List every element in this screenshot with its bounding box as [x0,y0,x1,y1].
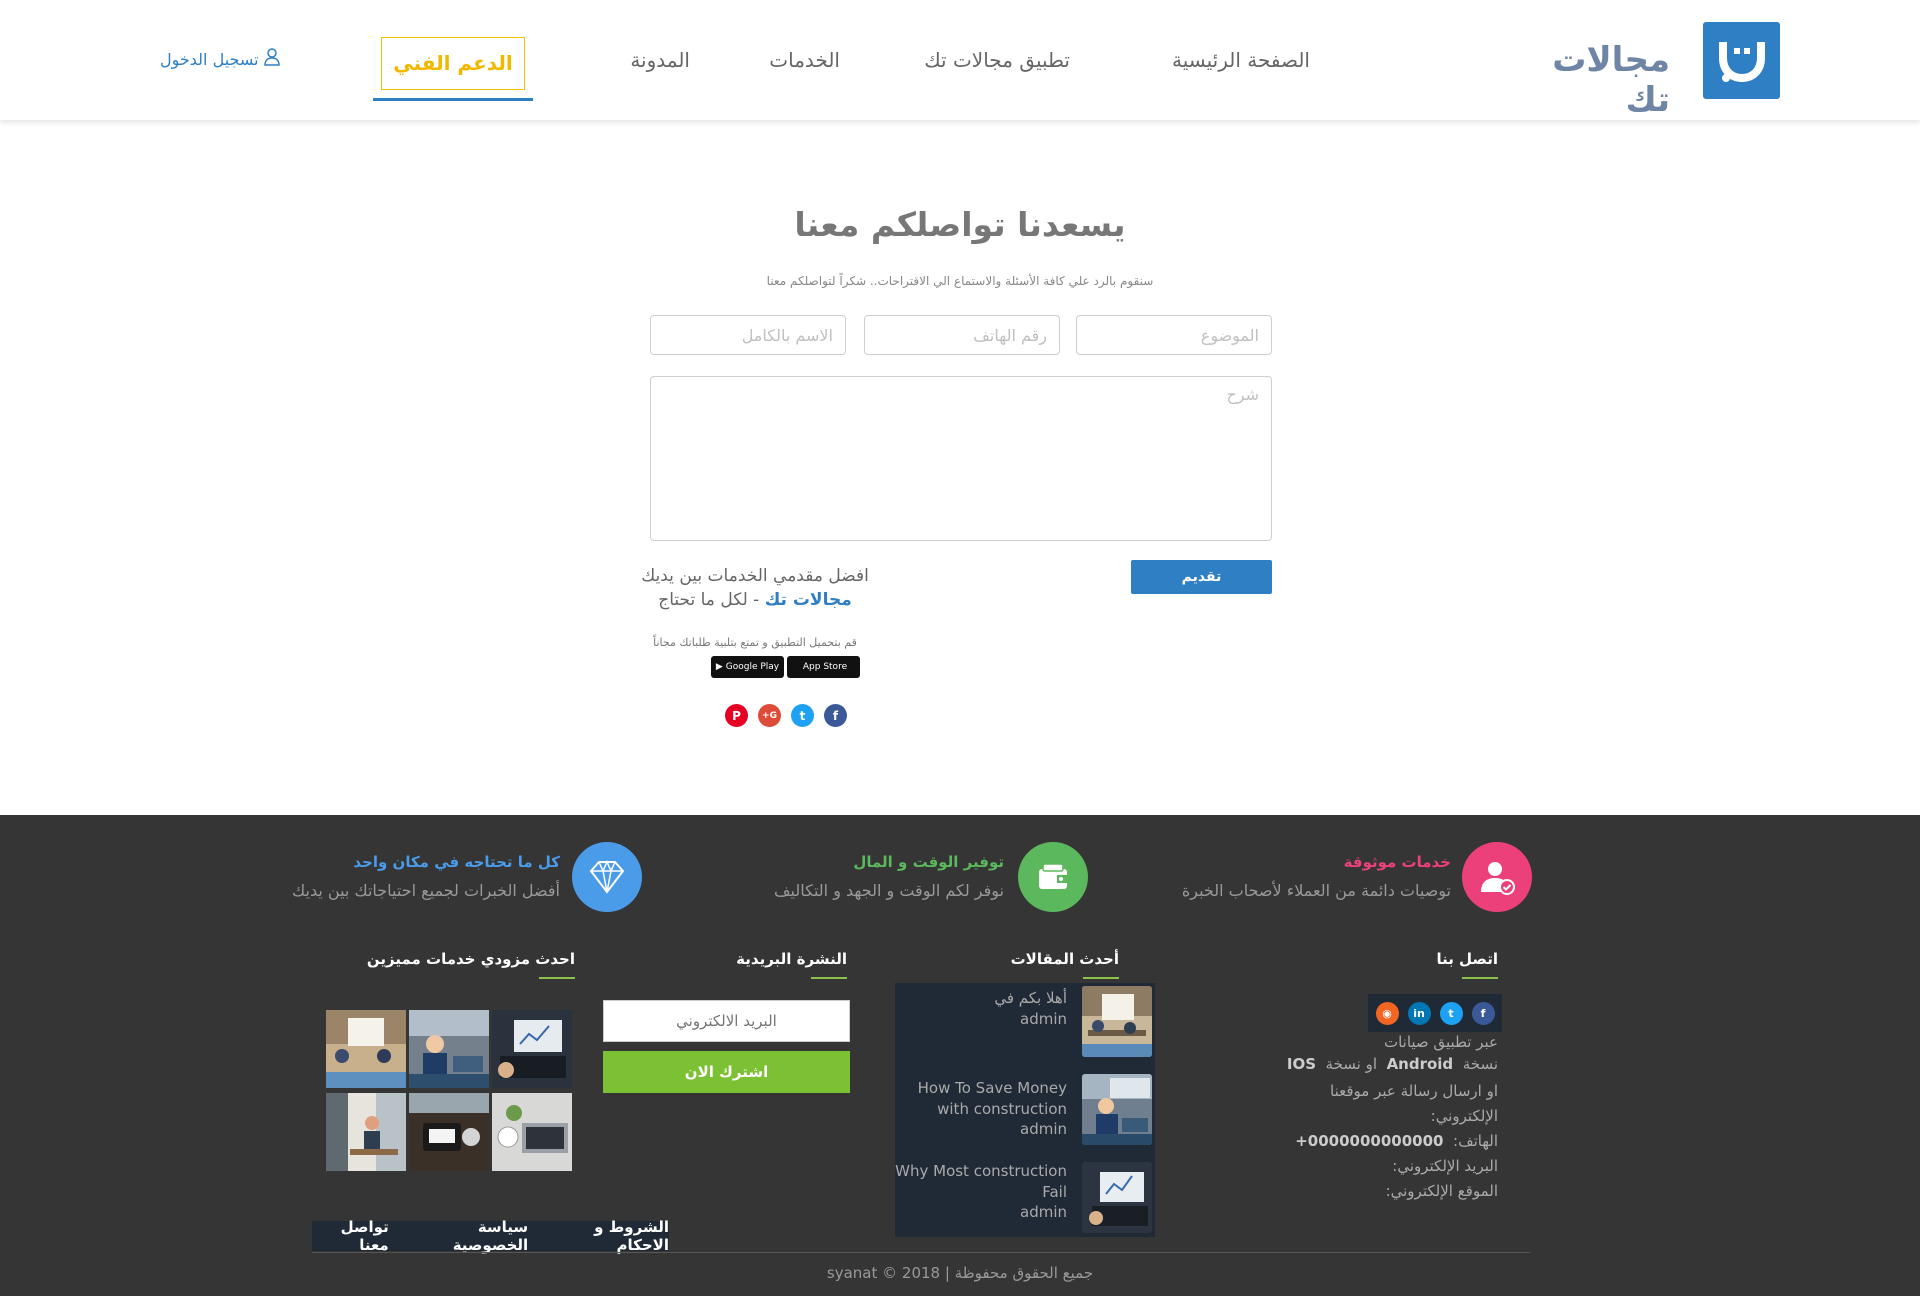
phone-value: +0000000000000 [1295,1132,1444,1150]
provider-image[interactable] [326,1010,406,1088]
title-underline [1462,977,1498,979]
provider-image[interactable] [409,1010,489,1088]
terms-link[interactable]: الشروط و الاحكام [546,1218,669,1254]
logo-icon[interactable] [1703,22,1780,99]
post-author: admin [1020,1203,1067,1221]
footer-divider [312,1252,1530,1253]
nav-support-button[interactable]: الدعم الفني [381,37,525,90]
phone-input[interactable] [864,315,1060,355]
post-author: admin [1020,1120,1067,1138]
newsletter-email-input[interactable] [603,1000,850,1042]
footer-links: الشروط و الاحكام سياسة الخصوصية تواصل مع… [312,1218,669,1254]
posts-title: أحدث المقالات [1010,950,1119,968]
download-text: قم بتحميل التطبيق و تمتع بتلبية طلباتك م… [653,636,857,649]
provider-image[interactable] [492,1010,572,1088]
nav-home[interactable]: الصفحة الرئيسية [1160,48,1310,72]
feature-title: كل ما تحتاجه في مكان واحد [353,853,560,871]
site-header: مجالات تك الصفحة الرئيسية تطبيق مجالات ت… [0,0,1920,120]
contact-phone: الهاتف: +0000000000000 [1280,1132,1498,1150]
user-check-icon [1462,842,1532,912]
app-store-badge[interactable]: App Store [787,656,860,678]
google-play-label: Google Play [725,662,780,672]
contact-title: اتصل بنا [1436,950,1498,968]
ios-label: IOS [1286,1055,1316,1073]
contact-line: نسخة Android او نسخة IOS [1280,1055,1498,1073]
subject-input[interactable] [1076,315,1272,355]
active-nav-underline [373,98,533,101]
google-plus-icon[interactable]: G+ [758,704,781,727]
footer-social-bar: ◉ in t f [1368,994,1502,1032]
promo-line-1: افضل مقدمي الخدمات بين يديك [641,566,869,586]
provider-image[interactable] [409,1093,489,1171]
page-subtitle: سنقوم بالرد علي كافة الأسئلة والاستماع ا… [766,274,1154,288]
wallet-icon [1018,842,1088,912]
promo-brand: مجالات تك [764,590,852,610]
facebook-icon[interactable]: f [824,704,847,727]
post-title[interactable]: Why Most construction Fail [890,1161,1067,1203]
feature-desc: توصيات دائمة من العملاء لأصحاب الخبرة [1181,881,1451,900]
privacy-link[interactable]: سياسة الخصوصية [407,1218,528,1254]
play-icon: ▶ [715,662,723,672]
description-textarea[interactable] [650,376,1272,541]
twitter-icon[interactable]: t [791,704,814,727]
login-link[interactable]: تسجيل الدخول [160,48,280,70]
contact-line: او ارسال رسالة عبر موقعنا [1330,1082,1498,1100]
promo-line-2: مجالات تك - لكل ما تحتاج [620,590,890,610]
post-thumbnail[interactable] [1082,1162,1152,1233]
android-label: Android [1386,1055,1454,1073]
promo-line-2-rest: - لكل ما تحتاج [658,590,765,610]
provider-image[interactable] [326,1093,406,1171]
nav-services[interactable]: الخدمات [750,48,840,72]
contact-website: الموقع الإلكتروني: [1385,1182,1498,1200]
provider-image[interactable] [492,1093,572,1171]
logo-text[interactable]: مجالات تك [1520,40,1670,120]
nav-blog[interactable]: المدونة [610,48,690,72]
contact-link[interactable]: تواصل معنا [312,1218,389,1254]
rss-icon[interactable]: ◉ [1375,1001,1399,1025]
subscribe-button[interactable]: اشترك الان [603,1051,850,1093]
contact-text-part: نسخة [1462,1055,1498,1073]
copyright: جميع الحقوق محفوظة | 2018 © syanat [826,1264,1094,1282]
post-title[interactable]: أهلا بكم في [890,988,1067,1009]
feature-title: خدمات موثوقة [1343,853,1451,871]
contact-line: الإلكتروني: [1430,1107,1498,1125]
post-thumbnail[interactable] [1082,1074,1152,1145]
submit-button[interactable]: تقديم [1131,560,1272,594]
pinterest-icon[interactable]: P [725,704,748,727]
facebook-icon[interactable]: f [1471,1001,1495,1025]
post-author: admin [1020,1010,1067,1028]
contact-text-part: او نسخة [1325,1055,1378,1073]
title-underline [1083,977,1119,979]
google-play-badge[interactable]: ▶ Google Play [711,656,784,678]
title-underline [539,977,575,979]
app-store-label: App Store [802,662,848,672]
feature-desc: نوفر لكم الوقت و الجهد و التكاليف [773,881,1004,900]
linkedin-icon[interactable]: in [1407,1001,1431,1025]
diamond-icon [572,842,642,912]
name-input[interactable] [650,315,846,355]
phone-label: الهاتف: [1453,1132,1498,1150]
contact-email: البريد الإلكتروني: [1392,1157,1498,1175]
post-title[interactable]: How To Save Money with construction [890,1078,1067,1120]
providers-title: احدث مزودي خدمات مميزين [366,950,575,968]
title-underline [811,977,847,979]
contact-line: عبر تطبيق صيانات [1383,1033,1498,1051]
page-title: يسعدنا تواصلكم معنا [794,205,1126,244]
newsletter-title: النشرة البريدية [736,950,847,968]
nav-app[interactable]: تطبيق مجالات تك [910,48,1070,72]
twitter-icon[interactable]: t [1439,1001,1463,1025]
feature-desc: أفضل الخبرات لجميع احتياجاتك بين يديك [292,881,560,900]
login-label: تسجيل الدخول [160,49,259,69]
user-icon [263,48,280,70]
feature-title: توفير الوقت و المال [853,853,1004,871]
post-thumbnail[interactable] [1082,986,1152,1057]
